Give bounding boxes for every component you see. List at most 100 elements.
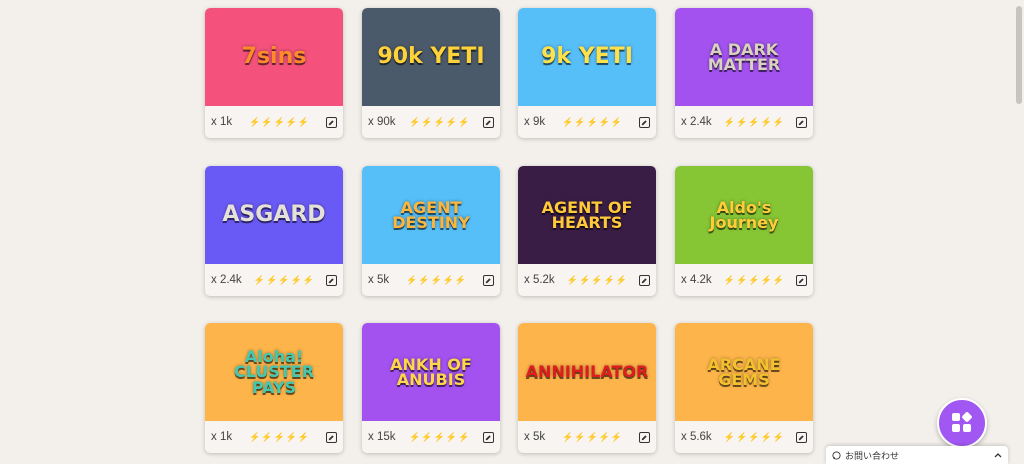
edit-icon[interactable] bbox=[796, 274, 807, 286]
volatility-bolt-icon: ⚡ bbox=[430, 274, 442, 285]
apps-icon bbox=[952, 412, 972, 432]
edit-icon[interactable] bbox=[483, 274, 494, 286]
game-thumbnail[interactable]: 90k YETI bbox=[362, 8, 500, 106]
game-card[interactable]: 7sins x 1k ⚡ ⚡ ⚡ ⚡ ⚡ bbox=[205, 8, 343, 138]
game-card[interactable]: ASGARD x 2.4k ⚡ ⚡ ⚡ ⚡ ⚡ bbox=[205, 166, 343, 296]
game-logo: Aldo's Journey bbox=[709, 197, 779, 232]
volatility-bolt-icon: ⚡ bbox=[445, 116, 458, 127]
edit-icon[interactable] bbox=[326, 116, 337, 128]
floating-menu-button[interactable] bbox=[937, 398, 987, 448]
game-meta: x 2.4k ⚡ ⚡ ⚡ ⚡ ⚡ bbox=[205, 264, 343, 296]
volatility-bolt-icon: ⚡ bbox=[610, 116, 623, 127]
game-card[interactable]: AGENT DESTINY x 5k ⚡ ⚡ ⚡ ⚡ ⚡ bbox=[362, 166, 500, 296]
scrollbar[interactable] bbox=[1013, 0, 1024, 464]
volatility-bolt-icon: ⚡ bbox=[433, 116, 445, 127]
game-logo: 7sins bbox=[241, 43, 307, 69]
edit-icon[interactable] bbox=[796, 431, 807, 443]
volatility-bolt-icon: ⚡ bbox=[409, 431, 421, 442]
game-card[interactable]: Aldo's Journey x 4.2k ⚡ ⚡ ⚡ ⚡ ⚡ bbox=[675, 166, 813, 296]
volatility-bolt-icon: ⚡ bbox=[586, 431, 598, 442]
volatility-bolt-icon: ⚡ bbox=[574, 116, 586, 127]
max-multiplier: x 5.2k bbox=[524, 274, 555, 286]
volatility-bolt-icon: ⚡ bbox=[748, 274, 760, 285]
volatility-bolt-icon: ⚡ bbox=[736, 431, 748, 442]
volatility-bolt-icon: ⚡ bbox=[458, 431, 470, 442]
edit-icon[interactable] bbox=[483, 116, 494, 128]
game-card[interactable]: Aloha! CLUSTER PAYS x 1k ⚡ ⚡ ⚡ ⚡ ⚡ bbox=[205, 323, 343, 453]
game-meta: x 9k ⚡ ⚡ ⚡ ⚡ ⚡ bbox=[518, 106, 656, 138]
volatility-rating: ⚡ ⚡ ⚡ ⚡ ⚡ bbox=[249, 432, 309, 443]
game-logo: Aloha! CLUSTER PAYS bbox=[233, 347, 315, 397]
game-thumbnail[interactable]: 7sins bbox=[205, 8, 343, 106]
max-multiplier: x 2.4k bbox=[681, 116, 712, 128]
scrollbar-thumb[interactable] bbox=[1016, 6, 1022, 104]
game-thumbnail[interactable]: Aloha! CLUSTER PAYS bbox=[205, 323, 343, 421]
game-card[interactable]: ANKH OF ANUBIS x 15k ⚡ ⚡ ⚡ ⚡ ⚡ bbox=[362, 323, 500, 453]
edit-icon[interactable] bbox=[326, 431, 337, 443]
game-thumbnail[interactable]: AGENT OF HEARTS bbox=[518, 166, 656, 264]
volatility-rating: ⚡ ⚡ ⚡ ⚡ ⚡ bbox=[567, 275, 627, 286]
contact-bar[interactable]: お問い合わせ bbox=[826, 446, 1008, 464]
volatility-rating: ⚡ ⚡ ⚡ ⚡ ⚡ bbox=[406, 275, 466, 286]
max-multiplier: x 2.4k bbox=[211, 274, 242, 286]
volatility-rating: ⚡ ⚡ ⚡ ⚡ ⚡ bbox=[409, 117, 469, 128]
volatility-bolt-icon: ⚡ bbox=[409, 116, 421, 127]
volatility-bolt-icon: ⚡ bbox=[603, 274, 615, 285]
game-meta: x 15k ⚡ ⚡ ⚡ ⚡ ⚡ bbox=[362, 421, 500, 453]
game-thumbnail[interactable]: ARCANE GEMS bbox=[675, 323, 813, 421]
volatility-bolt-icon: ⚡ bbox=[748, 431, 760, 442]
edit-icon[interactable] bbox=[639, 431, 650, 443]
game-meta: x 2.4k ⚡ ⚡ ⚡ ⚡ ⚡ bbox=[675, 106, 813, 138]
max-multiplier: x 1k bbox=[211, 116, 233, 128]
game-meta: x 5.2k ⚡ ⚡ ⚡ ⚡ ⚡ bbox=[518, 264, 656, 296]
game-thumbnail[interactable]: ANNIHILATOR bbox=[518, 323, 656, 421]
max-multiplier: x 90k bbox=[368, 116, 396, 128]
game-logo: ASGARD bbox=[222, 201, 326, 227]
edit-icon[interactable] bbox=[639, 274, 650, 286]
volatility-rating: ⚡ ⚡ ⚡ ⚡ ⚡ bbox=[724, 432, 784, 443]
game-thumbnail[interactable]: ANKH OF ANUBIS bbox=[362, 323, 500, 421]
volatility-bolt-icon: ⚡ bbox=[421, 116, 433, 127]
game-meta: x 4.2k ⚡ ⚡ ⚡ ⚡ ⚡ bbox=[675, 264, 813, 296]
volatility-bolt-icon: ⚡ bbox=[736, 116, 748, 127]
volatility-bolt-icon: ⚡ bbox=[433, 431, 445, 442]
game-card[interactable]: ARCANE GEMS x 5.6k ⚡ ⚡ ⚡ ⚡ ⚡ bbox=[675, 323, 813, 453]
volatility-rating: ⚡ ⚡ ⚡ ⚡ ⚡ bbox=[724, 275, 784, 286]
volatility-bolt-icon: ⚡ bbox=[562, 431, 574, 442]
volatility-bolt-icon: ⚡ bbox=[736, 274, 748, 285]
game-thumbnail[interactable]: ASGARD bbox=[205, 166, 343, 264]
volatility-rating: ⚡ ⚡ ⚡ ⚡ ⚡ bbox=[562, 432, 622, 443]
volatility-bolt-icon: ⚡ bbox=[760, 431, 772, 442]
volatility-rating: ⚡ ⚡ ⚡ ⚡ ⚡ bbox=[562, 117, 622, 128]
game-meta: x 5k ⚡ ⚡ ⚡ ⚡ ⚡ bbox=[362, 264, 500, 296]
game-thumbnail[interactable]: AGENT DESTINY bbox=[362, 166, 500, 264]
volatility-rating: ⚡ ⚡ ⚡ ⚡ ⚡ bbox=[254, 275, 314, 286]
edit-icon[interactable] bbox=[639, 116, 650, 128]
volatility-bolt-icon: ⚡ bbox=[723, 116, 736, 127]
volatility-bolt-icon: ⚡ bbox=[278, 274, 290, 285]
game-logo: AGENT OF HEARTS bbox=[541, 197, 633, 232]
edit-icon[interactable] bbox=[796, 116, 807, 128]
game-card[interactable]: A DARK MATTER x 2.4k ⚡ ⚡ ⚡ ⚡ ⚡ bbox=[675, 8, 813, 138]
game-thumbnail[interactable]: A DARK MATTER bbox=[675, 8, 813, 106]
volatility-bolt-icon: ⚡ bbox=[723, 431, 736, 442]
volatility-bolt-icon: ⚡ bbox=[772, 116, 784, 127]
volatility-bolt-icon: ⚡ bbox=[574, 431, 586, 442]
game-thumbnail[interactable]: Aldo's Journey bbox=[675, 166, 813, 264]
volatility-bolt-icon: ⚡ bbox=[615, 274, 627, 285]
game-card[interactable]: AGENT OF HEARTS x 5.2k ⚡ ⚡ ⚡ ⚡ ⚡ bbox=[518, 166, 656, 296]
chevron-up-icon[interactable] bbox=[994, 452, 1002, 458]
game-logo: ANKH OF ANUBIS bbox=[390, 354, 472, 389]
game-card[interactable]: 90k YETI x 90k ⚡ ⚡ ⚡ ⚡ ⚡ bbox=[362, 8, 500, 138]
edit-icon[interactable] bbox=[326, 274, 337, 286]
volatility-bolt-icon: ⚡ bbox=[454, 274, 467, 285]
edit-icon[interactable] bbox=[483, 431, 494, 443]
volatility-bolt-icon: ⚡ bbox=[442, 274, 454, 285]
volatility-bolt-icon: ⚡ bbox=[249, 116, 261, 127]
game-card[interactable]: ANNIHILATOR x 5k ⚡ ⚡ ⚡ ⚡ ⚡ bbox=[518, 323, 656, 453]
volatility-bolt-icon: ⚡ bbox=[249, 431, 261, 442]
volatility-bolt-icon: ⚡ bbox=[723, 274, 736, 285]
game-thumbnail[interactable]: 9k YETI bbox=[518, 8, 656, 106]
game-meta: x 90k ⚡ ⚡ ⚡ ⚡ ⚡ bbox=[362, 106, 500, 138]
game-card[interactable]: 9k YETI x 9k ⚡ ⚡ ⚡ ⚡ ⚡ bbox=[518, 8, 656, 138]
